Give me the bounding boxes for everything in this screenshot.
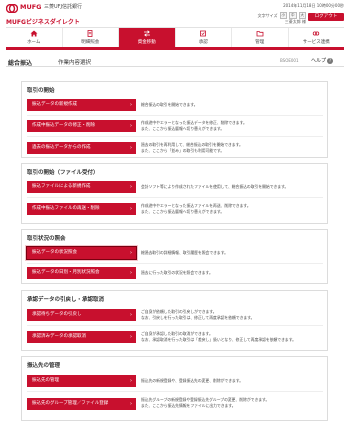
nav-management-label: 管理 — [255, 40, 265, 45]
chevron-right-icon: › — [130, 312, 132, 318]
resend-draft-file-button[interactable]: 作成中振込ファイルの再送・削除 › — [27, 203, 136, 215]
logout-button[interactable]: ログアウト — [308, 13, 344, 21]
chevron-right-icon: › — [130, 334, 132, 340]
payee-group-file-label: 振込先のグループ管理／ファイル登録 — [32, 401, 109, 406]
section-payee-management-title: 振込先の管理 — [27, 363, 61, 369]
row-divider — [27, 263, 323, 264]
row-divider — [27, 136, 323, 137]
page-subtitle: 作業内容選択 — [58, 60, 92, 66]
row-divider — [27, 325, 323, 326]
edit-draft-data-label: 作成中振込データの修正・削除 — [32, 123, 95, 128]
withdraw-pending-label: 承認待ちデータの引戻し — [32, 312, 82, 317]
home-icon — [30, 30, 38, 37]
font-size-small-button[interactable]: 小 — [279, 12, 287, 19]
transfer-status-inquiry-desc: 総過去取引の詳細情報、取引履歴を照会できます。 — [141, 250, 228, 255]
font-size-label: 文字サイズ — [257, 12, 278, 18]
daily-monthly-inquiry-button[interactable]: 振込データの日別・月別状況照会 › — [27, 267, 136, 279]
section-start-title: 取引の開始 — [27, 88, 55, 94]
link-icon — [313, 31, 320, 36]
withdraw-pending-desc-2: なお、引戻しを行った取引は、修正して再度承認を依頼できます。 — [141, 315, 255, 320]
section-approval-withdraw-title: 承認データの引戻し・承認取消 — [27, 297, 105, 303]
payee-management-label: 振込先の管理 — [32, 378, 59, 383]
row-divider — [27, 115, 323, 116]
bank-sub-name: 三菱UFJ信託銀行 — [44, 4, 83, 10]
nav-service-link[interactable]: サービス連携 — [289, 28, 345, 47]
nav-transfer-label: 資金移動 — [137, 40, 156, 45]
nav-statement[interactable]: 明細照会 — [63, 28, 119, 47]
create-from-past-desc-2: また、ここから「並み」の取引も利用可能です。 — [141, 148, 225, 153]
section-status-inquiry-title: 取引状況の照会 — [27, 236, 66, 242]
nav-management[interactable]: 管理 — [232, 28, 289, 47]
section-file-start-title: 取引の開始（ファイル受付） — [27, 170, 99, 176]
chevron-right-icon: › — [130, 102, 132, 108]
chevron-right-icon: › — [130, 401, 132, 407]
help-link[interactable]: ヘルプ? — [311, 57, 334, 64]
nav-service-link-label: サービス連携 — [302, 40, 330, 45]
chevron-right-icon: › — [130, 145, 132, 151]
edit-draft-data-desc-2: また、ここから振込暦報へ切り替えができます。 — [141, 126, 225, 131]
chevron-right-icon: › — [130, 206, 132, 212]
row-divider — [27, 197, 323, 198]
new-transfer-data-label: 振込データの新規作成 — [32, 102, 77, 107]
screen-id: BSOE001 — [280, 58, 299, 63]
stamp-icon — [200, 30, 207, 37]
font-size-switcher: 文字サイズ 小 中 大 — [258, 12, 306, 19]
cancel-approval-desc-2: なお、承認取消を行った取引は「差戻し」扱いとなり、修正して再度承認を依頼できます… — [141, 337, 296, 342]
nav-approval-label: 承認 — [198, 40, 208, 45]
row-divider — [27, 391, 323, 392]
daily-monthly-inquiry-label: 振込データの日別・月別状況照会 — [32, 270, 100, 275]
resend-draft-file-desc-2: また、ここから振込暦報へ切り替えができます。 — [141, 209, 225, 214]
daily-monthly-inquiry-desc: 過去に行った取引の状況を照会できます。 — [141, 270, 213, 275]
new-from-file-desc: 会計ソフト等により作成されたファイルを使用して、総合振込の取引を開始できます。 — [141, 184, 289, 189]
create-from-past-button[interactable]: 過去の振込データからの作成 › — [27, 142, 136, 154]
chevron-right-icon: › — [130, 378, 132, 384]
new-from-file-button[interactable]: 振込ファイルによる新規作成 › — [27, 181, 136, 193]
new-from-file-label: 振込ファイルによる新規作成 — [32, 184, 91, 189]
user-name[interactable]: 三菱太郎 様 — [285, 19, 306, 25]
nav-approval[interactable]: 承認 — [176, 28, 232, 47]
document-icon — [87, 30, 93, 37]
divider — [6, 66, 344, 67]
new-transfer-data-button[interactable]: 振込データの新規作成 › — [27, 99, 136, 111]
cancel-approval-button[interactable]: 承認済みデータの承認取消 › — [27, 331, 136, 343]
transfer-icon — [143, 30, 150, 37]
withdraw-pending-button[interactable]: 承認待ちデータの引戻し › — [27, 309, 136, 321]
edit-draft-data-button[interactable]: 作成中振込データの修正・削除 › — [27, 120, 136, 132]
font-size-large-button[interactable]: 大 — [298, 12, 306, 19]
service-brand: MUFGビジネスダイレクト — [6, 19, 80, 26]
transfer-status-inquiry-label: 振込データの状況照会 — [32, 250, 77, 255]
font-size-medium-button[interactable]: 中 — [289, 12, 297, 19]
payee-management-button[interactable]: 振込先の管理 › — [27, 375, 136, 387]
nav-transfer[interactable]: 資金移動 — [119, 28, 176, 47]
bank-logo-text: MUFG — [20, 3, 42, 11]
cancel-approval-label: 承認済みデータの承認取消 — [32, 334, 86, 339]
chevron-right-icon: › — [130, 270, 132, 276]
chevron-right-icon: › — [130, 184, 132, 190]
chevron-right-icon: › — [130, 250, 132, 256]
question-icon: ? — [327, 58, 334, 64]
payee-management-desc: 振込先の新規登録や、登録振込先の変更、削除ができます。 — [141, 378, 244, 383]
payee-group-file-button[interactable]: 振込先のグループ管理／ファイル登録 › — [27, 398, 136, 410]
section-payee-management — [21, 356, 328, 421]
nav-home[interactable]: ホーム — [6, 28, 63, 47]
new-transfer-data-desc: 総合振込の取引を開始できます。 — [141, 102, 198, 107]
current-datetime: 2014年11月18日 10時00分00秒 — [283, 3, 344, 8]
payee-group-file-desc-2: また、ここから振込先情報をファイルに出力できます。 — [141, 403, 236, 408]
resend-draft-file-label: 作成中振込ファイルの再送・削除 — [32, 206, 100, 211]
folder-icon — [256, 31, 264, 37]
chevron-right-icon: › — [130, 123, 132, 129]
mufg-logo-icon — [6, 4, 18, 13]
nav-statement-label: 明細照会 — [81, 40, 100, 45]
nav-home-label: ホーム — [27, 40, 41, 45]
global-nav: ホーム 明細照会 資金移動 承認 管理 サービス連携 — [6, 27, 344, 50]
transfer-status-inquiry-button[interactable]: 振込データの状況照会 › — [26, 246, 137, 260]
create-from-past-label: 過去の振込データからの作成 — [32, 145, 91, 150]
help-label: ヘルプ — [311, 58, 327, 64]
